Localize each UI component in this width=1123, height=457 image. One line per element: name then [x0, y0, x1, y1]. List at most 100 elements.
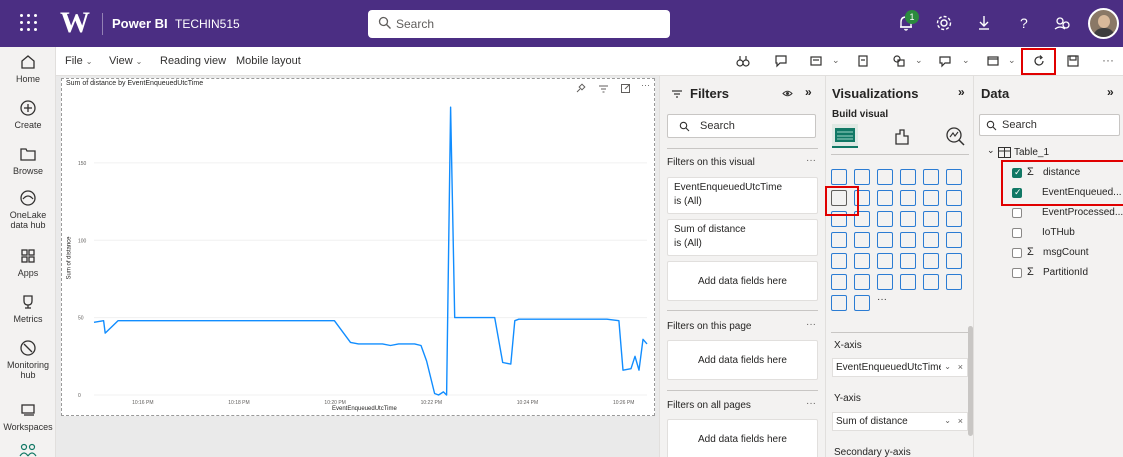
stacked-area-chart-icon[interactable] — [877, 190, 895, 208]
line-clustered-column-chart-icon[interactable] — [946, 190, 964, 208]
y-axis-field-well[interactable]: Sum of distance ⌄ × — [832, 412, 968, 431]
more-visuals-icon[interactable]: ··· — [877, 294, 895, 313]
stacked-bar-chart-icon[interactable] — [831, 169, 849, 187]
treemap-icon[interactable] — [831, 232, 849, 250]
file-menu[interactable]: File ⌄ — [65, 55, 92, 67]
data-search-input[interactable]: Search — [979, 114, 1120, 136]
chevron-down-icon[interactable]: ⌄ — [944, 416, 951, 425]
chevron-down-icon[interactable]: ⌄ — [987, 145, 995, 156]
reading-view-button[interactable]: Reading view — [160, 55, 226, 67]
python-visual-icon[interactable] — [854, 295, 872, 313]
x-axis-field-well[interactable]: EventEnqueuedUtcTime ⌄ × — [832, 358, 968, 377]
more-options-icon[interactable]: ··· — [1102, 53, 1114, 67]
clustered-bar-chart-icon[interactable] — [877, 169, 895, 187]
table-icon[interactable] — [900, 253, 918, 271]
clustered-column-chart-icon[interactable] — [900, 169, 918, 187]
add-page-filter-dropzone[interactable]: Add data fields here — [667, 340, 818, 380]
nav-item-browse[interactable]: Browse — [0, 145, 56, 176]
smart-narrative-icon[interactable] — [877, 274, 895, 292]
field-row[interactable]: IoTHub — [974, 224, 1123, 244]
chevron-down-icon[interactable]: ⌄ — [832, 55, 840, 66]
nav-item-home[interactable]: Home — [0, 53, 56, 84]
series-line[interactable] — [93, 106, 648, 396]
binoculars-icon[interactable] — [736, 54, 750, 68]
nav-item-metrics[interactable]: Metrics — [0, 293, 56, 324]
nav-item-apps[interactable]: Apps — [0, 247, 56, 278]
people-icon[interactable] — [19, 443, 37, 457]
shapes-icon[interactable] — [892, 54, 906, 68]
help-icon[interactable]: ? — [1014, 13, 1034, 33]
more-options-icon[interactable]: ··· — [806, 319, 816, 330]
download-icon[interactable] — [974, 13, 994, 33]
slicer-icon[interactable] — [877, 253, 895, 271]
stacked-column-chart-icon[interactable] — [854, 169, 872, 187]
comment-icon[interactable] — [774, 54, 788, 68]
eye-icon[interactable] — [782, 88, 793, 99]
view-menu[interactable]: View ⌄ — [109, 55, 142, 67]
chevron-down-icon[interactable]: ⌄ — [944, 362, 951, 371]
filter-card-time[interactable]: EventEnqueuedUtcTime is (All) — [667, 177, 818, 214]
nav-item-monitoring[interactable]: Monitoring hub — [0, 339, 56, 380]
collapse-data-icon[interactable]: » — [1107, 85, 1114, 99]
decomposition-tree-icon[interactable] — [946, 253, 964, 271]
analytics-icon[interactable] — [942, 124, 968, 148]
funnel-chart-icon[interactable] — [877, 211, 895, 229]
chevron-down-icon[interactable]: ⌄ — [962, 55, 970, 66]
field-row[interactable]: ΣmsgCount — [974, 244, 1123, 264]
filters-search-input[interactable]: Search — [667, 114, 816, 138]
nav-item-create[interactable]: Create — [0, 99, 56, 130]
qa-icon[interactable] — [854, 274, 872, 292]
subscribe-icon[interactable] — [809, 54, 823, 68]
donut-chart-icon[interactable] — [946, 211, 964, 229]
matrix-icon[interactable] — [923, 253, 941, 271]
azure-map-icon[interactable] — [900, 232, 918, 250]
paginated-report-icon[interactable] — [923, 274, 941, 292]
chevron-down-icon[interactable]: ⌄ — [1008, 55, 1016, 66]
power-automate-icon[interactable] — [831, 295, 849, 313]
workspace-name[interactable]: TECHIN515 — [175, 17, 240, 31]
card-icon[interactable] — [946, 232, 964, 250]
field-checkbox[interactable] — [1012, 268, 1022, 278]
remove-field-icon[interactable]: × — [958, 416, 963, 426]
remove-field-icon[interactable]: × — [958, 362, 963, 372]
filled-map-icon[interactable] — [877, 232, 895, 250]
line-column-chart-icon[interactable] — [923, 190, 941, 208]
collapse-visualizations-icon[interactable]: » — [958, 85, 965, 99]
100-area-chart-icon[interactable] — [900, 190, 918, 208]
user-avatar[interactable] — [1088, 8, 1119, 39]
filter-card-distance[interactable]: Sum of distance is (All) — [667, 219, 818, 256]
add-visual-filter-dropzone[interactable]: Add data fields here — [667, 261, 818, 301]
collapse-filters-icon[interactable]: » — [805, 85, 812, 99]
add-report-filter-dropzone[interactable]: Add data fields here — [667, 419, 818, 457]
settings-icon[interactable] — [934, 13, 954, 33]
nav-item-onelake[interactable]: OneLake data hub — [0, 189, 56, 230]
field-checkbox[interactable] — [1012, 248, 1022, 258]
chevron-down-icon[interactable]: ⌄ — [915, 55, 923, 66]
field-checkbox[interactable] — [1012, 208, 1022, 218]
format-visual-icon[interactable] — [888, 124, 914, 148]
map-icon[interactable] — [854, 232, 872, 250]
gauge-icon[interactable] — [923, 232, 941, 250]
global-search-input[interactable]: Search — [368, 10, 670, 38]
100-bar-chart-icon[interactable] — [923, 169, 941, 187]
field-checkbox[interactable] — [1012, 228, 1022, 238]
field-row[interactable]: EventProcessed... — [974, 204, 1123, 224]
pie-chart-icon[interactable] — [923, 211, 941, 229]
chat-icon[interactable] — [938, 54, 952, 68]
power-apps-icon[interactable] — [946, 274, 964, 292]
metrics-icon[interactable] — [900, 274, 918, 292]
field-row[interactable]: Σ PartitionId — [974, 264, 1123, 284]
multi-row-card-icon[interactable] — [831, 253, 849, 271]
line-chart-visual[interactable]: Sum of distance by EventEnqueuedUtcTime … — [61, 78, 655, 416]
save-icon[interactable] — [1066, 54, 1080, 68]
build-visual-tab[interactable] — [832, 124, 858, 148]
window-icon[interactable] — [986, 54, 1000, 68]
100-column-chart-icon[interactable] — [946, 169, 964, 187]
more-options-icon[interactable]: ··· — [806, 398, 816, 409]
more-options-icon[interactable]: ··· — [806, 155, 816, 166]
share-icon[interactable] — [1053, 13, 1073, 33]
app-launcher-icon[interactable] — [20, 14, 38, 32]
nav-item-workspaces[interactable]: Workspaces — [0, 401, 56, 432]
scatter-chart-icon[interactable] — [900, 211, 918, 229]
notes-icon[interactable] — [856, 54, 870, 68]
